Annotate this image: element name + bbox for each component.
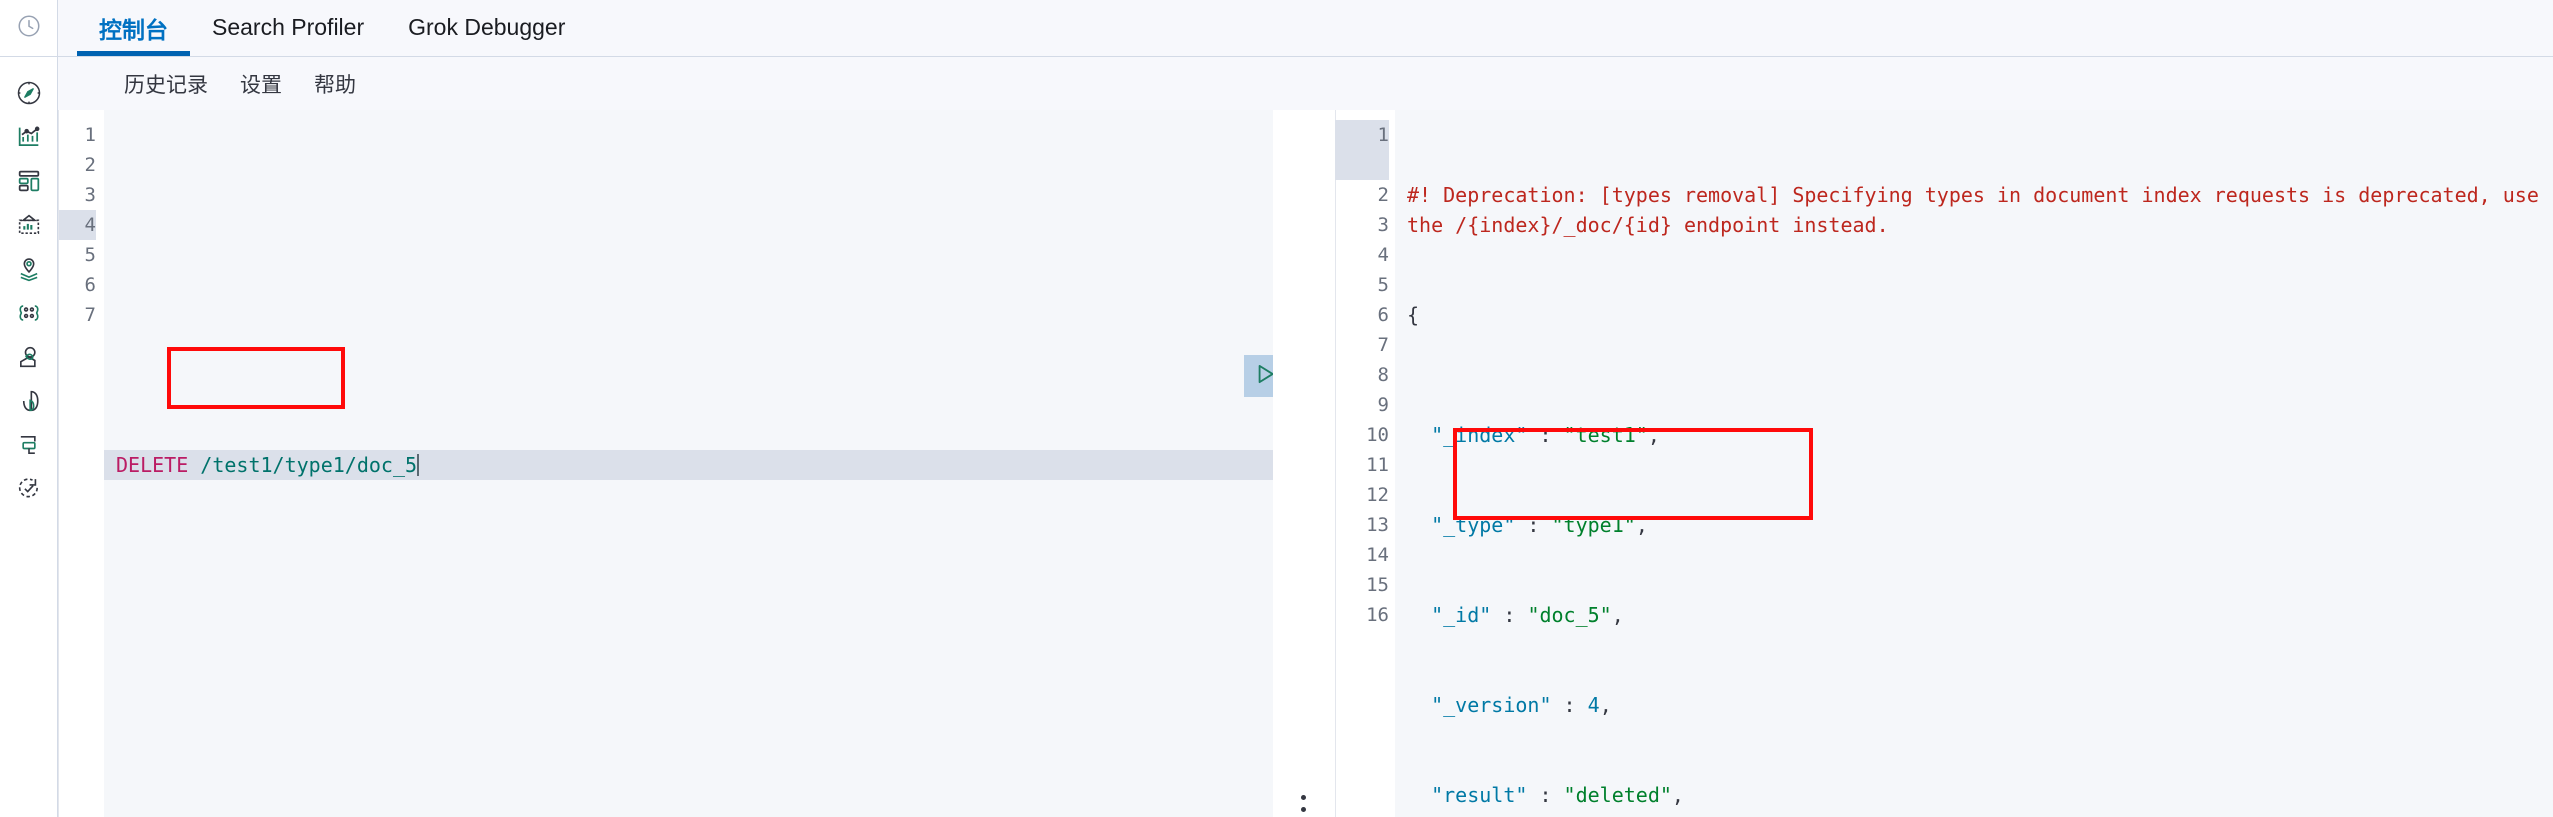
sidebar-item-visualize[interactable] (0, 117, 58, 161)
tab-search-profiler-label: Search Profiler (212, 14, 365, 40)
gutter-line: 3 (84, 184, 96, 206)
subnav-item-settings[interactable]: 设置 (240, 69, 282, 99)
code-line: "_version" : 4, (1431, 693, 1612, 717)
recently-viewed-button[interactable] (0, 0, 57, 57)
gutter-line: 9 (1377, 394, 1389, 416)
sidebar-item-maps[interactable] (0, 249, 58, 293)
code-line: "_index" : "test1", (1431, 423, 1660, 447)
console-body: 1 2 3 4 5 6 7 DELETE /test1/type1/doc_5 (58, 110, 2553, 817)
gutter-line: 2 (1377, 184, 1389, 206)
global-nav-rail (0, 0, 58, 817)
canvas-frame-icon (15, 211, 43, 244)
response-gutter: 1 2 3 4 5 6 7 8 9 10 11 12 13 14 15 16 (1335, 110, 1395, 817)
code-line-request: DELETE /test1/type1/doc_5 (104, 450, 1273, 480)
send-request-button[interactable] (1244, 355, 1273, 397)
recently-viewed-clock-icon (16, 13, 42, 44)
machine-learning-icon (15, 299, 43, 332)
apm-monitor-icon (15, 431, 43, 464)
request-code-area[interactable]: DELETE /test1/type1/doc_5 (104, 110, 1273, 817)
gutter-line: 1 (1335, 120, 1389, 150)
gutter-line: 7 (84, 304, 96, 326)
main-region: 控制台 Search Profiler Grok Debugger 历史记录 设… (58, 0, 2553, 817)
deprecation-warning: #! Deprecation: [types removal] Specifyi… (1407, 183, 2551, 237)
request-actions (1244, 355, 1273, 397)
rail-item-list (0, 57, 57, 513)
gutter-line: 3 (1377, 214, 1389, 236)
sidebar-item-logs[interactable] (0, 381, 58, 425)
dashboard-grid-icon (15, 167, 43, 200)
bar-chart-visualize-icon (15, 123, 43, 156)
gutter-line: 6 (84, 274, 96, 296)
text-caret (417, 454, 420, 476)
gutter-line: 8 (1377, 364, 1389, 386)
kibana-console-app: 控制台 Search Profiler Grok Debugger 历史记录 设… (0, 0, 2553, 817)
gutter-line: 5 (1377, 274, 1389, 296)
gutter-line-active: 4 (59, 210, 96, 240)
gutter-line: 12 (1366, 484, 1389, 506)
request-editor-pane[interactable]: 1 2 3 4 5 6 7 DELETE /test1/type1/doc_5 (58, 110, 1273, 817)
code-line: "result" : "deleted", (1431, 783, 1684, 807)
pane-splitter[interactable] (1273, 110, 1335, 817)
gutter-line: 1 (84, 124, 96, 146)
compass-discover-icon (15, 79, 43, 112)
gutter-line-wrap (1335, 150, 1389, 180)
vertical-dots-resize-icon[interactable] (1301, 795, 1306, 817)
gutter-line: 7 (1377, 334, 1389, 356)
gutter-line: 5 (84, 244, 96, 266)
map-pin-layers-icon (15, 255, 43, 288)
tab-grok-debugger[interactable]: Grok Debugger (386, 0, 587, 56)
sidebar-item-canvas[interactable] (0, 205, 58, 249)
gutter-line: 15 (1366, 574, 1389, 596)
response-output-pane[interactable]: 1 2 3 4 5 6 7 8 9 10 11 12 13 14 15 16 #… (1335, 110, 2553, 817)
sidebar-item-apm[interactable] (0, 425, 58, 469)
tab-console[interactable]: 控制台 (77, 0, 190, 56)
sidebar-item-dashboard[interactable] (0, 161, 58, 205)
console-sub-nav: 历史记录 设置 帮助 (58, 57, 2553, 110)
subnav-item-help[interactable]: 帮助 (314, 69, 356, 99)
request-gutter: 1 2 3 4 5 6 7 (59, 110, 104, 817)
request-path: /test1/type1/doc_5 (200, 453, 418, 477)
gutter-line: 16 (1366, 604, 1389, 626)
sidebar-item-infrastructure[interactable] (0, 337, 58, 381)
sidebar-item-discover[interactable] (0, 73, 58, 117)
logs-pages-icon (15, 387, 43, 420)
uptime-check-arrow-icon (15, 475, 43, 508)
gutter-line: 2 (84, 154, 96, 176)
response-code-area[interactable]: #! Deprecation: [types removal] Specifyi… (1395, 110, 2553, 817)
play-triangle-icon (1252, 361, 1273, 392)
gutter-line: 14 (1366, 544, 1389, 566)
gutter-line: 11 (1366, 454, 1389, 476)
dev-tools-tab-bar: 控制台 Search Profiler Grok Debugger (58, 0, 2553, 57)
code-line: { (1407, 303, 1420, 327)
gutter-line: 13 (1366, 514, 1389, 536)
code-line: "_id" : "doc_5", (1431, 603, 1624, 627)
tab-console-label: 控制台 (99, 16, 168, 43)
request-method: DELETE (116, 453, 189, 477)
tab-search-profiler[interactable]: Search Profiler (190, 0, 386, 56)
sidebar-item-uptime[interactable] (0, 469, 58, 513)
sidebar-item-machine-learning[interactable] (0, 293, 58, 337)
gutter-line: 6 (1377, 304, 1389, 326)
gutter-line: 10 (1366, 424, 1389, 446)
infrastructure-eye-icon (15, 343, 43, 376)
code-line: "_type" : "type1", (1431, 513, 1648, 537)
tab-grok-debugger-label: Grok Debugger (408, 14, 566, 40)
subnav-item-history[interactable]: 历史记录 (124, 69, 208, 99)
gutter-line: 4 (1377, 244, 1389, 266)
